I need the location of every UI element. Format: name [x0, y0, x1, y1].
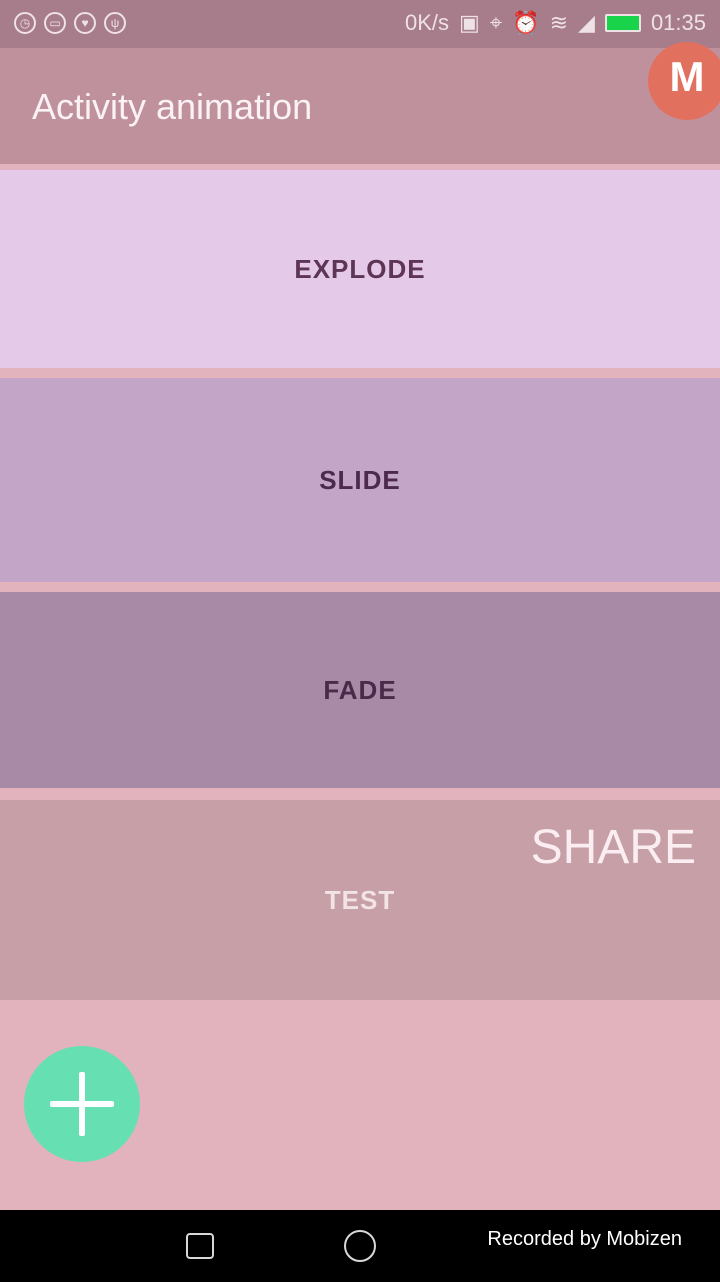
status-bar: ◷ ▭ ♥ ψ 0K/s ▣ ⌖ ⏰ ≋ ◢ 01:35 [0, 0, 720, 48]
status-left-icons: ◷ ▭ ♥ ψ [14, 12, 126, 34]
fade-label: FADE [323, 674, 397, 705]
status-time: 01:35 [650, 10, 706, 35]
add-fab-button[interactable] [24, 1046, 140, 1162]
location-icon: ⌖ [489, 10, 503, 35]
home-icon[interactable] [344, 1230, 376, 1262]
app-title: Activity animation [32, 86, 313, 127]
slide-button[interactable]: SLIDE [0, 378, 720, 582]
net-speed: 0K/s [404, 10, 449, 35]
heart-icon: ♥ [74, 12, 96, 34]
recorded-by-watermark: Recorded by Mobizen [487, 1228, 682, 1251]
recent-apps-icon[interactable] [186, 1233, 214, 1259]
recorder-name: Mobizen [606, 1228, 682, 1250]
clock-icon: ◷ [14, 12, 36, 34]
slide-label: SLIDE [319, 464, 401, 495]
share-label[interactable]: SHARE [531, 820, 696, 875]
signal-icon: ◢ [578, 10, 595, 35]
usb-icon: ψ [104, 12, 126, 34]
nav-bar: Recorded by Mobizen [0, 1210, 720, 1282]
fade-button[interactable]: FADE [0, 592, 720, 788]
wifi-icon: ≋ [549, 10, 569, 35]
explode-button[interactable]: EXPLODE [0, 170, 720, 368]
status-right: 0K/s ▣ ⌖ ⏰ ≋ ◢ 01:35 [405, 10, 706, 36]
recorder-badge[interactable]: M [648, 42, 720, 120]
app-bar: Activity animation M [0, 42, 720, 164]
alarm-icon: ⏰ [512, 10, 540, 35]
cast-icon: ▣ [458, 10, 480, 35]
message-icon: ▭ [44, 12, 66, 34]
recorded-label: Recorded by [487, 1228, 601, 1250]
battery-icon [604, 14, 641, 32]
test-label: TEST [324, 884, 396, 915]
explode-label: EXPLODE [294, 253, 426, 284]
plus-icon [50, 1072, 114, 1136]
